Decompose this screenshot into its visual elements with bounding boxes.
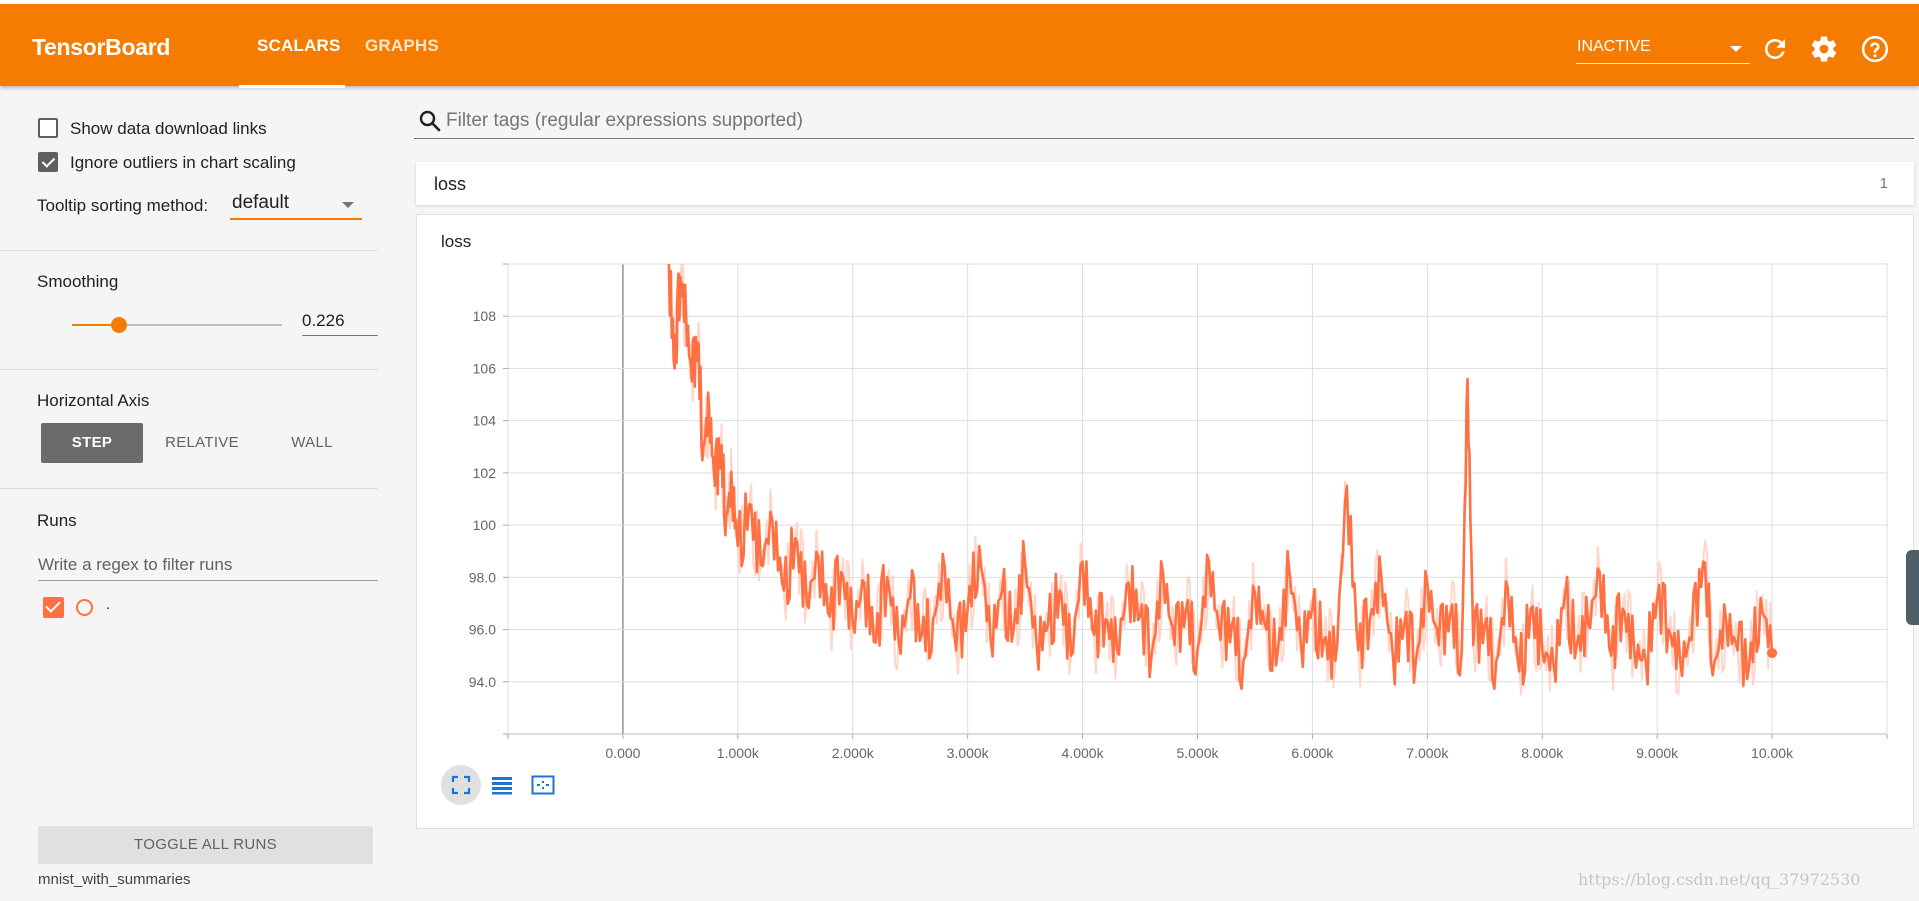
tab-graphs[interactable]: GRAPHS [365,36,439,56]
y-tick-label: 100 [473,517,497,533]
y-tick-label: 108 [473,308,497,324]
axis-option-relative[interactable]: RELATIVE [152,423,252,463]
axis-option-wall[interactable]: WALL [262,423,362,463]
axis-option-step[interactable]: STEP [41,423,143,463]
run-name: . [106,596,111,613]
x-tick-label: 3.000k [947,745,990,761]
logdir-label: mnist_with_summaries [38,871,191,888]
x-tick-label: 2.000k [832,745,875,761]
y-tick-label: 104 [473,413,497,429]
zoom-box-button[interactable] [521,765,561,805]
search-icon [419,110,441,132]
run-status-value: INACTIVE [1577,38,1651,55]
checkbox-box[interactable] [38,118,58,138]
x-tick-label: 9.000k [1636,745,1679,761]
run-checkbox[interactable] [43,597,64,618]
runs-filter-input[interactable]: Write a regex to filter runs [38,551,378,581]
y-tick-label: 98.0 [469,569,496,585]
section-divider [0,369,378,370]
run-status-dropdown[interactable]: INACTIVE [1576,32,1750,64]
dropdown-caret-icon [342,202,354,208]
category-header-loss[interactable]: loss 1 [416,162,1914,205]
data-selection-icon [492,777,512,795]
zoom-box-icon [531,775,555,795]
fit-domain-icon [451,775,471,795]
help-icon[interactable] [1860,34,1890,64]
side-scroll-handle[interactable] [1906,550,1919,625]
smoothing-value-input[interactable]: 0.226 [302,306,378,336]
y-tick-label: 94.0 [469,674,496,690]
smoothing-label: Smoothing [37,272,119,291]
settings-gear-icon[interactable] [1809,34,1839,64]
checkbox-label: Show data download links [70,119,267,138]
top-app-bar: TensorBoard SCALARS GRAPHS INACTIVE [0,0,1919,88]
category-name: loss [434,174,467,194]
section-divider [0,250,378,251]
x-tick-label: 7.000k [1406,745,1449,761]
x-tick-label: 5.000k [1176,745,1219,761]
x-tick-label: 10.00k [1751,745,1794,761]
toggle-all-runs-button[interactable]: TOGGLE ALL RUNS [38,826,373,864]
last-point-marker[interactable] [1767,648,1778,659]
checkbox-label: Ignore outliers in chart scaling [70,153,296,172]
brand-title: TensorBoard [32,34,171,60]
watermark-text: https://blog.csdn.net/qq_37972530 [1578,870,1861,889]
tag-filter-placeholder: Filter tags (regular expressions support… [446,110,803,131]
x-tick-label: 0.000 [605,745,640,761]
x-tick-label: 4.000k [1062,745,1105,761]
tooltip-sorting-value: default [232,192,290,213]
tooltip-sorting-label: Tooltip sorting method: [37,196,209,215]
tag-filter-input[interactable]: Filter tags (regular expressions support… [414,103,1914,139]
dropdown-caret-icon [1730,46,1742,52]
y-tick-label: 106 [473,360,497,376]
loss-chart[interactable]: 0.000 1.000k 2.000k 3.000k 4.000k 5.000k 6.000… [416,214,1914,774]
tab-scalars[interactable]: SCALARS [257,36,341,56]
fit-domain-button[interactable] [441,765,481,805]
refresh-icon[interactable] [1760,34,1790,64]
data-selection-button[interactable] [481,765,521,805]
y-tick-label: 96.0 [469,622,496,638]
runs-label: Runs [37,511,77,530]
section-divider [0,488,378,489]
checkbox-box[interactable] [38,152,58,172]
y-tick-label: 102 [473,465,497,481]
run-radio-button[interactable] [76,599,93,616]
tooltip-sorting-dropdown[interactable]: default [230,190,362,220]
category-count: 1 [1879,175,1888,192]
x-tick-label: 8.000k [1521,745,1564,761]
sidebar: Show data download links Ignore outliers… [0,86,378,901]
smoothing-slider-knob[interactable] [111,317,127,333]
x-tick-label: 1.000k [717,745,760,761]
x-tick-label: 6.000k [1291,745,1334,761]
horizontal-axis-label: Horizontal Axis [37,391,150,410]
